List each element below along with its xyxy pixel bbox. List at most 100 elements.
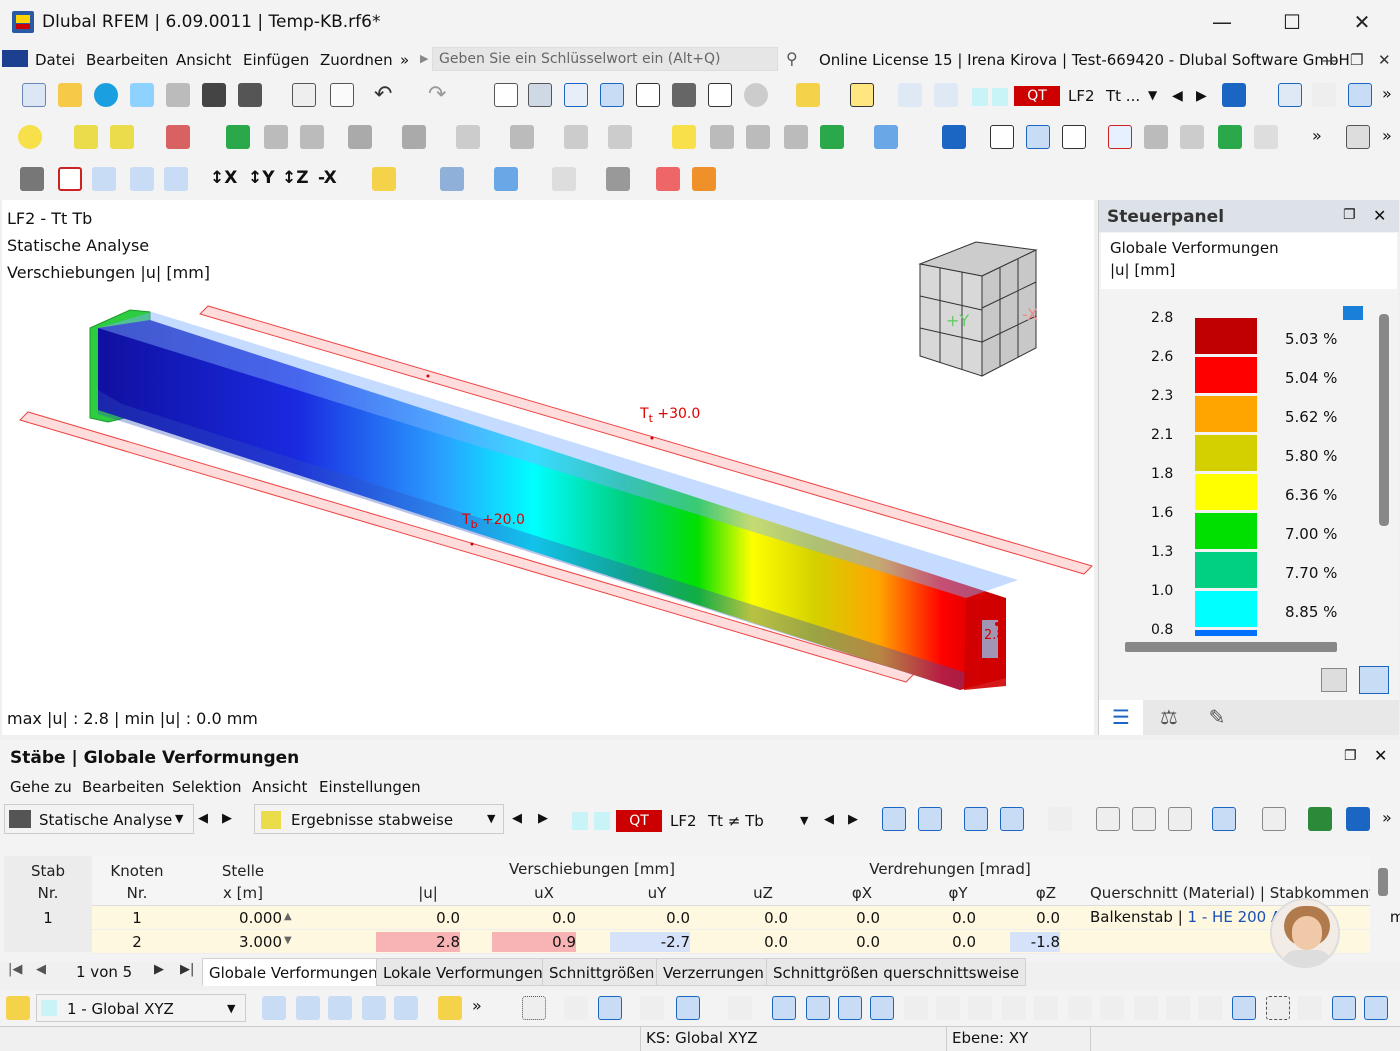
diagram-icon[interactable] [990,125,1014,149]
menu-more-icon[interactable]: » [400,51,409,69]
next-lc-icon[interactable]: ▶ [1196,88,1207,104]
menu-ansicht[interactable]: Ansicht [176,51,231,69]
cloud-icon[interactable] [94,83,118,107]
imperfection-icon[interactable] [820,125,844,149]
edit-box-icon[interactable] [130,167,154,191]
intersection-icon[interactable] [1100,996,1124,1020]
view-cube[interactable]: +Y -X [916,224,1066,384]
next-page-icon[interactable]: ▶ [154,962,164,977]
undo-icon[interactable]: ↶ [374,82,392,107]
member-load-icon[interactable] [710,125,734,149]
height-icon[interactable] [1364,996,1388,1020]
square-icon[interactable] [838,996,862,1020]
table-view-3-icon[interactable] [1168,807,1192,831]
excel-icon[interactable] [1308,807,1332,831]
grid-icon[interactable] [528,83,552,107]
results-restore-button[interactable]: ❐ [1344,748,1357,764]
notes-icon[interactable] [708,83,732,107]
maximize-button[interactable]: ☐ [1272,8,1312,36]
prev-page-icon[interactable]: ◀ [36,962,46,977]
member-icon[interactable] [110,125,134,149]
balance-tab-icon[interactable]: ⚖ [1147,700,1191,735]
panel-min-icon[interactable]: — [1322,51,1337,69]
tree-icon[interactable] [1048,807,1072,831]
menu-zuordnen[interactable]: Zuordnen [320,51,393,69]
width-icon[interactable] [1332,996,1356,1020]
support-node-icon[interactable] [226,125,250,149]
values-icon[interactable] [1312,83,1336,107]
grid-toggle-icon[interactable] [1232,996,1256,1020]
minimize-button[interactable]: — [1202,8,1242,36]
snap-1-icon[interactable] [262,996,286,1020]
results-close-button[interactable]: ✕ [1374,746,1387,765]
search-input[interactable]: Geben Sie ein Schlüsselwort ein (Alt+Q) [432,47,778,71]
view-neg-x-icon[interactable]: -X [318,168,337,188]
prev-analysis-icon[interactable]: ◀ [198,811,208,826]
toolbar-more-icon-2[interactable]: » [1312,126,1322,145]
moment-icon[interactable] [1108,125,1132,149]
plate-icon[interactable] [1144,125,1168,149]
view-x-icon[interactable]: ↕X [210,168,237,188]
box-icon[interactable] [510,125,534,149]
iso-view-icon[interactable] [164,167,188,191]
perpendicular-icon[interactable] [1166,996,1190,1020]
snap-5-icon[interactable] [394,996,418,1020]
chart-icon[interactable] [1212,807,1236,831]
open-folder-icon[interactable] [58,83,82,107]
table-view-2-icon[interactable] [1132,807,1156,831]
cut-icon[interactable] [606,167,630,191]
snap-grid-icon[interactable] [772,996,796,1020]
grid-dots-icon[interactable] [522,996,546,1020]
values-result-icon[interactable] [1000,807,1024,831]
node-icon[interactable] [18,125,42,149]
tag-icon[interactable] [850,83,874,107]
layer-icon[interactable] [1298,996,1322,1020]
last-page-icon[interactable]: ▶| [180,962,194,977]
cube-icon[interactable] [564,125,588,149]
view-y-icon[interactable]: ↕Y [248,168,275,188]
results-menu-select[interactable]: Selektion [172,778,242,796]
results-more-icon[interactable]: » [1382,808,1392,827]
mode-select[interactable]: Ergebnisse stabweise ▼ [254,804,504,834]
tab-schnittgroessen[interactable]: Schnittgrößen [542,958,662,986]
legend-slider-handle[interactable] [1343,306,1363,320]
circle-icon[interactable] [1068,996,1092,1020]
arrows-icon[interactable] [1218,125,1242,149]
hinge-icon[interactable] [264,125,288,149]
menu-datei[interactable]: Datei [35,51,75,69]
list-icon[interactable] [600,83,624,107]
line-icon[interactable] [74,125,98,149]
view-z-icon[interactable]: ↕Z [282,168,309,188]
nodal-load-icon[interactable] [672,125,696,149]
menu-bearbeiten[interactable]: Bearbeiten [86,51,168,69]
panel-restore-icon[interactable]: ❐ [1350,51,1363,69]
tab-verzerrungen[interactable]: Verzerrungen [656,958,771,986]
redo-icon[interactable]: ↷ [428,82,446,107]
dimension-icon[interactable] [564,83,588,107]
grid-snap-icon[interactable] [564,996,588,1020]
lc-selector[interactable]: Tt ... [1106,87,1140,105]
next-mode-icon[interactable]: ▶ [538,811,548,826]
tab-schnittgroessen-querschnittsweise[interactable]: Schnittgrößen querschnittsweise [766,958,1027,986]
filter-tab-icon[interactable]: ✎ [1195,700,1239,735]
frame-toggle-icon[interactable] [1266,996,1290,1020]
table-grid-icon[interactable] [1346,125,1370,149]
tab-lokale-verformungen[interactable]: Lokale Verformungen [376,958,550,986]
snap-6-icon[interactable] [438,996,462,1020]
ortho-icon[interactable] [728,996,752,1020]
toolbar-more-icon[interactable]: » [1382,84,1392,103]
point-cloud-icon[interactable] [1198,996,1222,1020]
next-analysis-icon[interactable]: ▶ [222,811,232,826]
panel-close-button[interactable]: ✕ [1373,206,1386,225]
grid-eye-icon[interactable] [598,996,622,1020]
column-icon[interactable] [608,125,632,149]
grid-view-icon[interactable] [1262,807,1286,831]
texture-icon[interactable] [692,167,716,191]
surface-load-icon[interactable] [784,125,808,149]
swap-icon[interactable] [918,807,942,831]
panel-restore-button[interactable]: ❐ [1343,207,1356,223]
corner-icon[interactable] [936,996,960,1020]
snap-4-icon[interactable] [362,996,386,1020]
deformation-icon[interactable] [1348,83,1372,107]
tangent-icon[interactable] [1134,996,1158,1020]
